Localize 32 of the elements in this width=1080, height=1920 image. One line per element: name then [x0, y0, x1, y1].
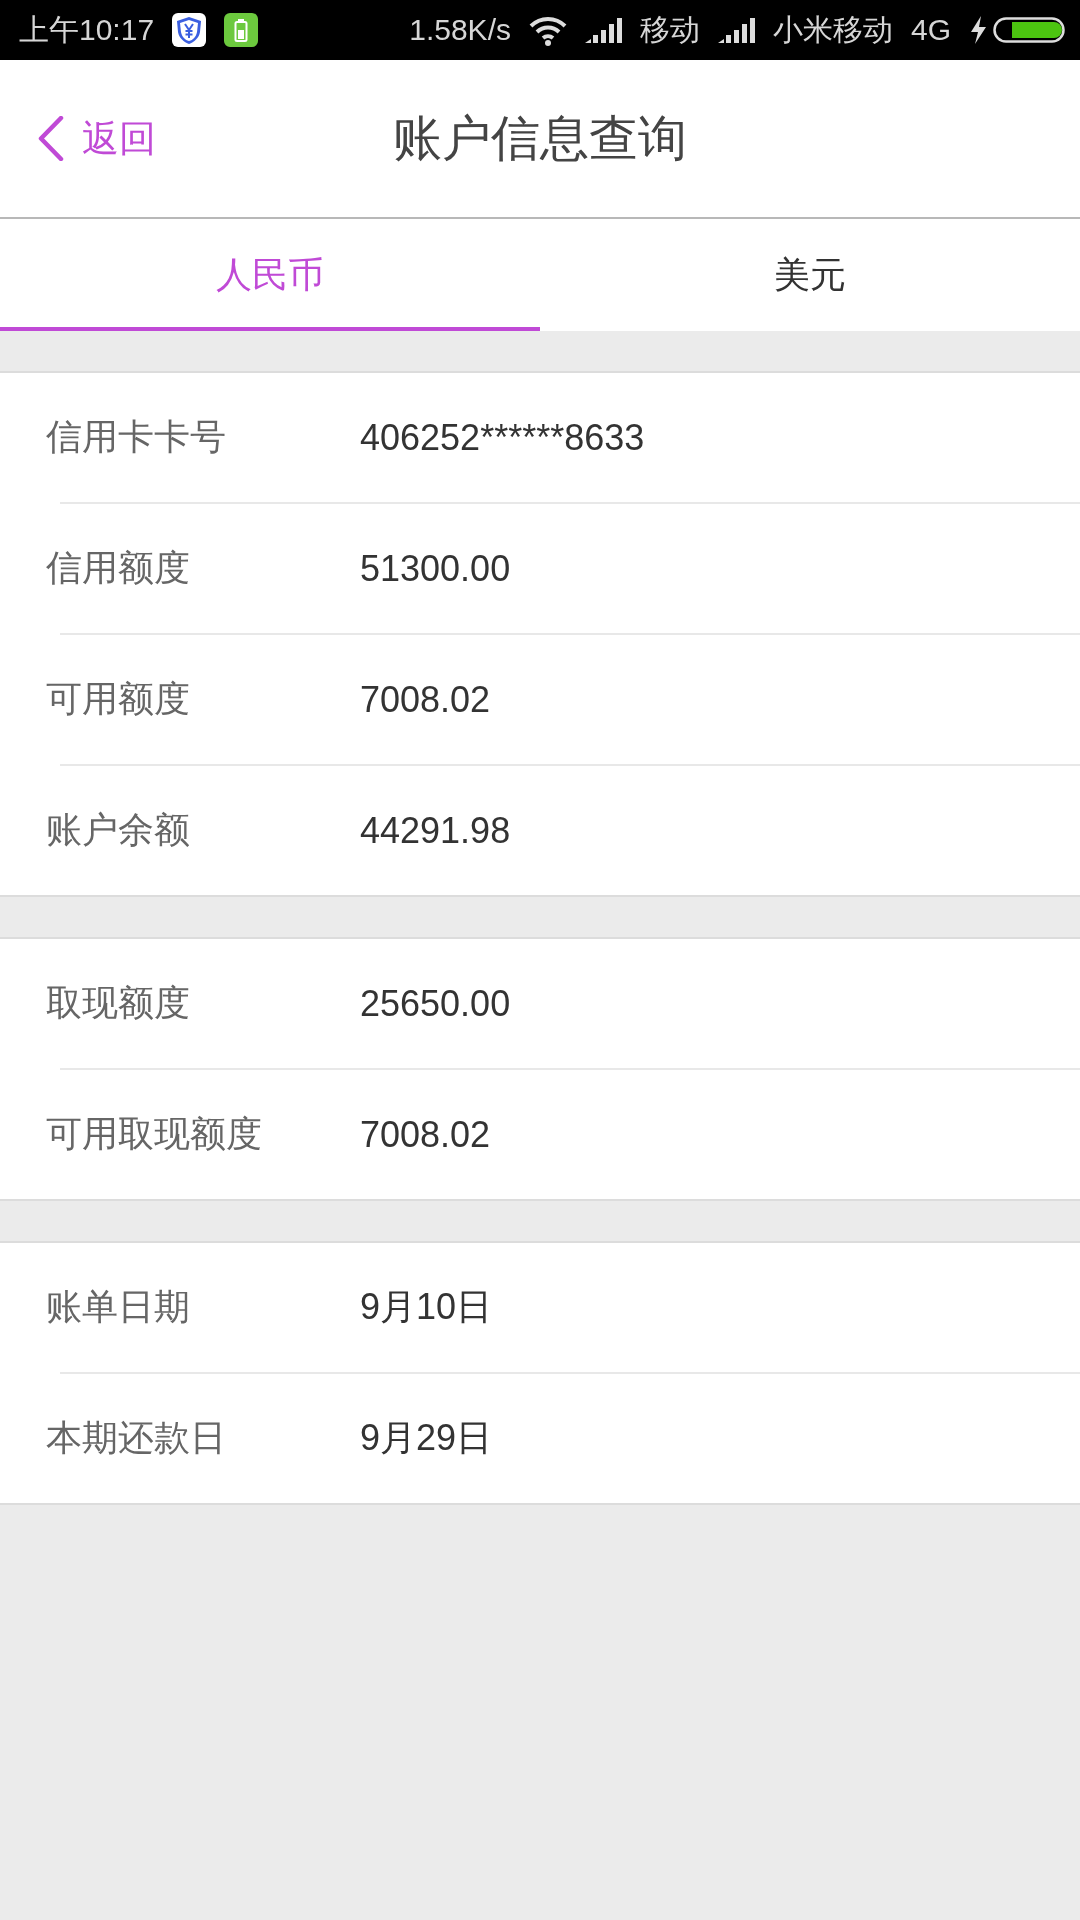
battery-app-icon — [224, 13, 259, 47]
wifi-icon — [528, 14, 567, 46]
field-label: 账户余额 — [46, 808, 191, 852]
field-value: 7008.02 — [360, 1113, 491, 1156]
field-value: 25650.00 — [360, 982, 511, 1025]
field-value: 406252******8633 — [360, 416, 645, 459]
field-label: 账单日期 — [46, 1285, 191, 1329]
carrier-name: 小米移动 — [772, 15, 893, 45]
field-value: 44291.98 — [360, 809, 511, 852]
field-label: 信用额度 — [46, 546, 191, 590]
signal-icon — [717, 17, 755, 43]
field-value: 51300.00 — [360, 547, 511, 590]
field-value: 7008.02 — [360, 678, 491, 721]
tab[interactable]: 美元 — [540, 219, 1080, 331]
tab[interactable]: 人民币 — [0, 219, 540, 331]
field-label: 本期还款日 — [46, 1416, 227, 1460]
shield-icon — [172, 13, 207, 47]
back-icon — [37, 116, 64, 161]
network-speed: 1.58K/s — [409, 15, 511, 45]
carrier-name: 移动 — [639, 15, 700, 45]
field-value: 9月29日 — [360, 1416, 493, 1460]
field-label: 可用额度 — [46, 677, 191, 721]
battery-icon — [993, 17, 1065, 43]
field-value: 9月10日 — [360, 1285, 493, 1329]
field-label: 取现额度 — [46, 981, 191, 1025]
back-button[interactable]: 返回 — [37, 113, 156, 164]
status-time: 上午10:17 — [19, 15, 155, 45]
field-label: 信用卡卡号 — [46, 415, 227, 459]
page-title: 账户信息查询 — [393, 109, 687, 167]
field-label: 可用取现额度 — [46, 1112, 263, 1156]
network-type: 4G — [910, 15, 951, 45]
signal-icon — [584, 17, 622, 43]
